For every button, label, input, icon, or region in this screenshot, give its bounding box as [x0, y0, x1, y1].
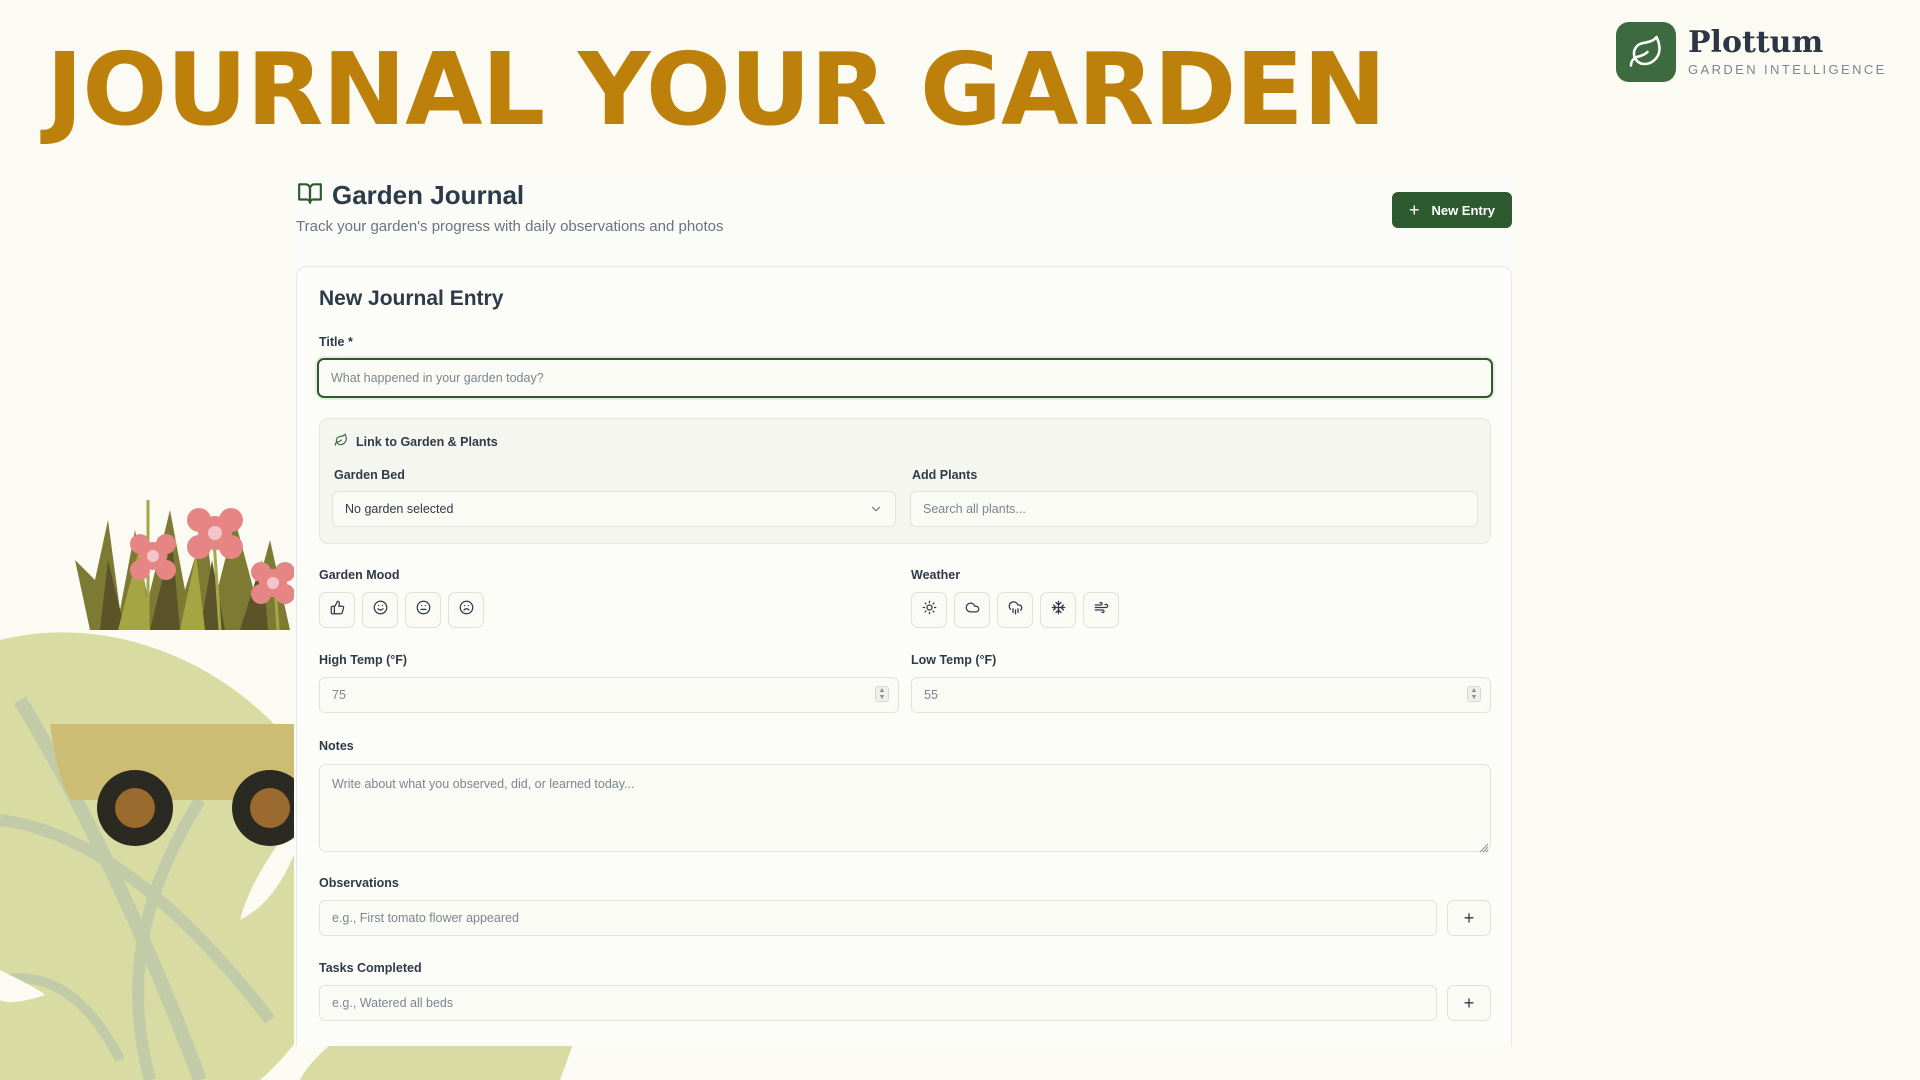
- plant-search-input[interactable]: [910, 491, 1478, 527]
- brand: Plottum GARDEN INTELLIGENCE: [1616, 22, 1887, 82]
- garden-bed-label: Garden Bed: [334, 468, 405, 482]
- garden-journal-app: Garden Journal Track your garden's progr…: [294, 176, 1514, 1046]
- low-temp-stepper[interactable]: ▲ ▼: [1467, 686, 1481, 702]
- snowflake-icon: [1051, 600, 1066, 620]
- observations-label: Observations: [319, 876, 399, 890]
- garden-mood-label: Garden Mood: [319, 568, 400, 582]
- weather-sunny-button[interactable]: [911, 592, 947, 628]
- mood-smile-button[interactable]: [362, 592, 398, 628]
- smile-icon: [373, 600, 388, 620]
- notes-label: Notes: [319, 739, 354, 753]
- title-input[interactable]: [317, 358, 1493, 398]
- cloud-icon: [965, 600, 980, 620]
- high-temp-stepper[interactable]: ▲ ▼: [875, 686, 889, 702]
- high-temp-field: ▲▼: [319, 677, 899, 713]
- title-label: Title *: [319, 335, 353, 349]
- neutral-face-icon: [416, 600, 431, 620]
- garden-bed-value: No garden selected: [345, 502, 454, 516]
- add-plants-label: Add Plants: [912, 468, 978, 482]
- low-temp-input[interactable]: [911, 677, 1491, 713]
- weather-label: Weather: [911, 568, 961, 582]
- new-entry-button[interactable]: + New Entry: [1392, 192, 1512, 228]
- thumbs-up-icon: [330, 600, 345, 620]
- add-observation-button[interactable]: +: [1447, 900, 1491, 936]
- wind-icon: [1094, 600, 1109, 620]
- leaf-icon: [334, 433, 348, 450]
- link-section-label: Link to Garden & Plants: [356, 434, 498, 449]
- journal-title-row: Garden Journal: [296, 180, 524, 211]
- weather-cloudy-button[interactable]: [954, 592, 990, 628]
- low-temp-field: ▲▼: [911, 677, 1491, 713]
- hero-headline: JOURNAL YOUR GARDEN: [46, 31, 1386, 148]
- link-garden-section: Link to Garden & Plants Garden Bed No ga…: [319, 418, 1491, 544]
- observation-input[interactable]: [319, 900, 1437, 936]
- journal-header: Garden Journal Track your garden's progr…: [296, 176, 1512, 256]
- brand-name: Plottum: [1688, 25, 1824, 60]
- notes-textarea[interactable]: [319, 764, 1491, 852]
- resize-grip-icon[interactable]: [1479, 840, 1489, 858]
- page-subtitle: Track your garden's progress with daily …: [296, 218, 724, 235]
- frown-icon: [459, 600, 474, 620]
- new-entry-form: New Journal Entry Title * Link to Garden…: [296, 266, 1512, 1046]
- mood-neutral-button[interactable]: [405, 592, 441, 628]
- chevron-down-icon: [869, 502, 883, 519]
- high-temp-input[interactable]: [319, 677, 899, 713]
- add-task-button[interactable]: +: [1447, 985, 1491, 1021]
- weather-rain-button[interactable]: [997, 592, 1033, 628]
- task-input[interactable]: [319, 985, 1437, 1021]
- page-title: Garden Journal: [332, 180, 525, 210]
- brand-tagline: GARDEN INTELLIGENCE: [1688, 62, 1887, 77]
- link-section-header: Link to Garden & Plants: [334, 433, 498, 450]
- garden-bed-select[interactable]: No garden selected: [332, 491, 896, 527]
- mood-frown-button[interactable]: [448, 592, 484, 628]
- sun-icon: [922, 600, 937, 620]
- tasks-label: Tasks Completed: [319, 961, 422, 975]
- weather-snow-button[interactable]: [1040, 592, 1076, 628]
- mood-thumbs-up-button[interactable]: [319, 592, 355, 628]
- new-entry-label: New Entry: [1431, 202, 1496, 218]
- leaf-logo-icon: [1616, 22, 1676, 82]
- weather-wind-button[interactable]: [1083, 592, 1119, 628]
- book-open-icon: [296, 180, 324, 211]
- plus-icon: +: [1408, 200, 1420, 220]
- form-heading: New Journal Entry: [319, 287, 504, 310]
- high-temp-label: High Temp (°F): [319, 653, 408, 667]
- cloud-rain-icon: [1008, 600, 1023, 620]
- low-temp-label: Low Temp (°F): [911, 653, 997, 667]
